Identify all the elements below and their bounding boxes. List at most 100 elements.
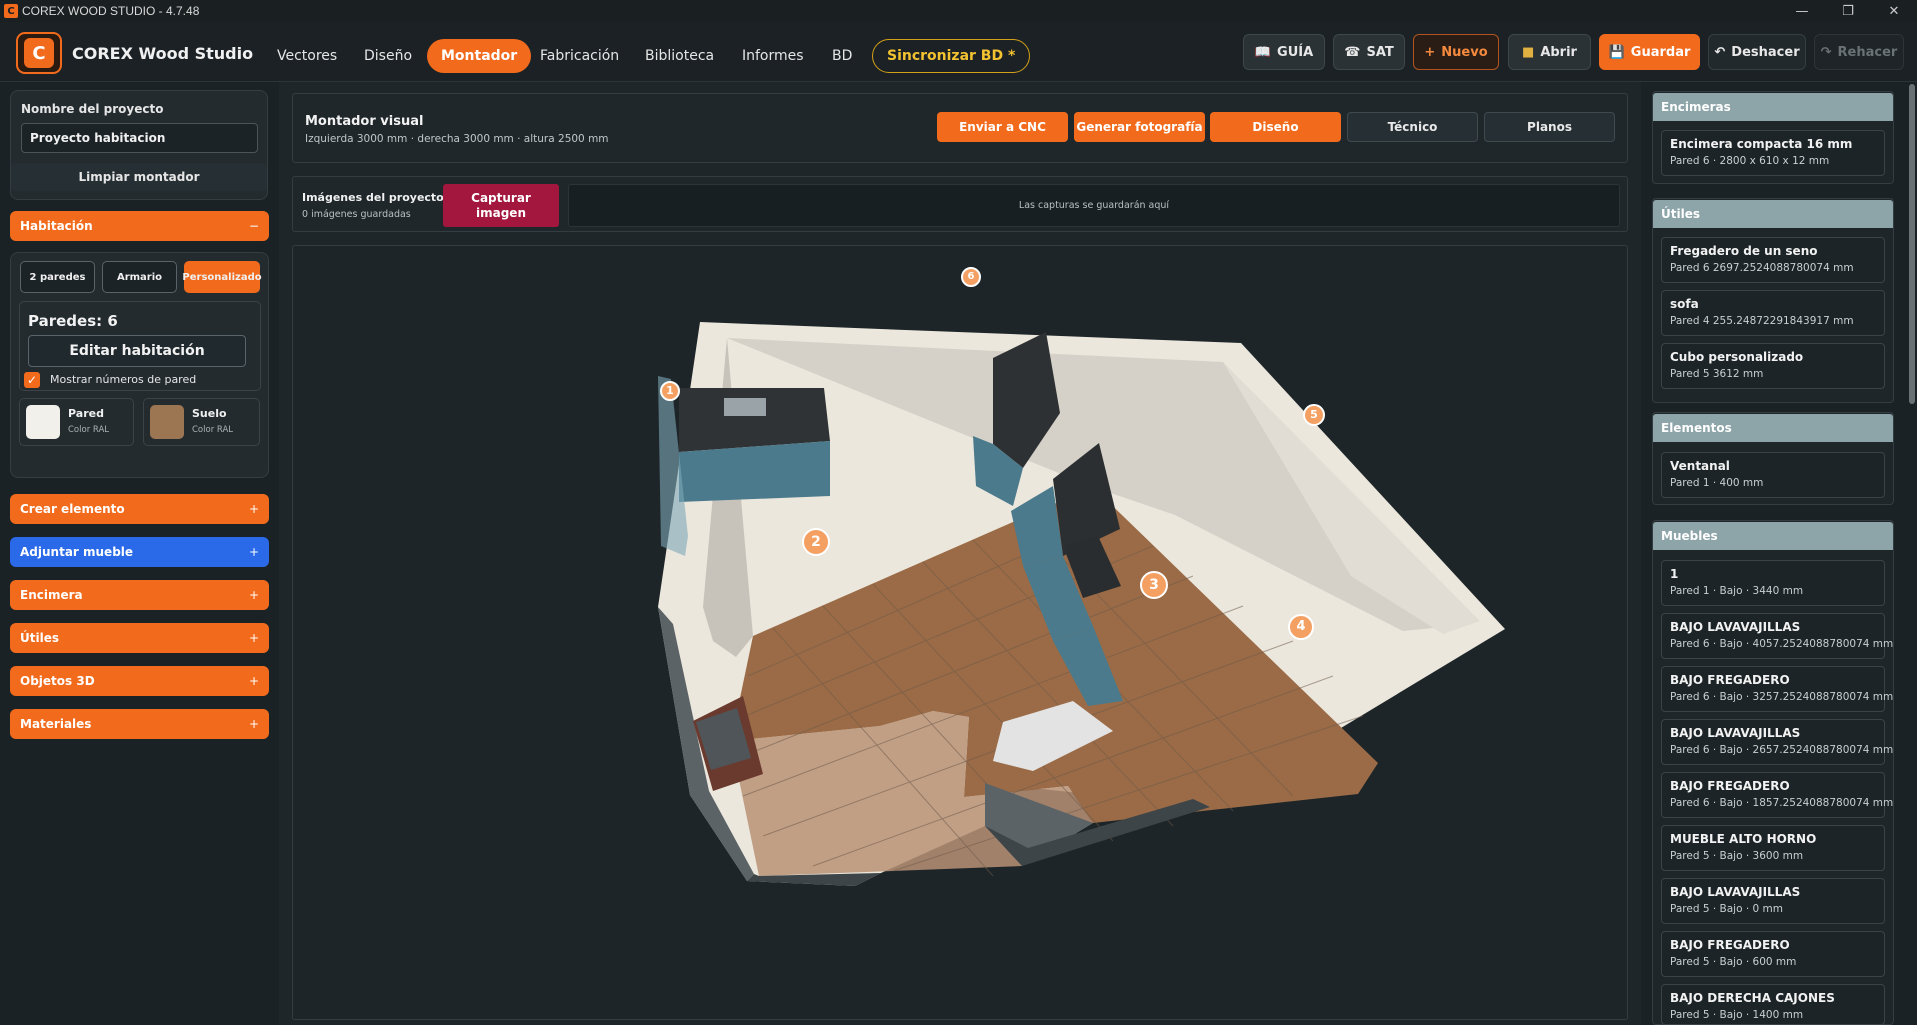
accordion-label: Materiales: [20, 717, 92, 731]
disk-icon: 💾: [1608, 44, 1625, 60]
project-images-bar: Imágenes del proyecto 0 imágenes guardad…: [292, 176, 1628, 232]
plus-icon: +: [1424, 44, 1436, 60]
guide-button[interactable]: 📖 GUÍA: [1243, 34, 1325, 70]
furniture-item[interactable]: BAJO LAVAVAJILLAS Pared 5 · Bajo · 0 mm: [1661, 878, 1885, 924]
wall-marker-6[interactable]: 6: [961, 267, 981, 287]
accordion-label: Crear elemento: [20, 502, 125, 516]
show-wall-numbers-checkbox[interactable]: ✓: [24, 372, 40, 388]
new-button[interactable]: + Nuevo: [1413, 34, 1499, 70]
accordion-attach-furniture[interactable]: Adjuntar mueble +: [10, 537, 269, 567]
wall-swatch-sub: Color RAL: [68, 425, 110, 435]
room-type-2-walls[interactable]: 2 paredes: [20, 261, 95, 293]
send-to-cnc-button[interactable]: Enviar a CNC: [937, 112, 1068, 142]
accordion-create-element[interactable]: Crear elemento +: [10, 494, 269, 524]
furniture-item[interactable]: MUEBLE ALTO HORNO Pared 5 · Bajo · 3600 m…: [1661, 825, 1885, 871]
minimize-icon[interactable]: —: [1779, 0, 1825, 22]
wall-marker-1[interactable]: 1: [660, 381, 680, 401]
floor-swatch-label: Suelo: [192, 407, 227, 420]
tool-item[interactable]: sofa Pared 4 255.24872291843917 mm: [1661, 290, 1885, 336]
item-title: BAJO DERECHA CAJONES: [1670, 991, 1835, 1005]
wall-marker-4[interactable]: 4: [1288, 614, 1314, 640]
item-title: BAJO LAVAVAJILLAS: [1670, 885, 1801, 899]
accordion-countertop[interactable]: Encimera +: [10, 580, 269, 610]
sync-db-button[interactable]: Sincronizar BD *: [872, 39, 1031, 73]
wall-color-swatch-card[interactable]: Pared Color RAL: [19, 398, 134, 446]
phone-icon: ☎: [1344, 44, 1361, 60]
sat-label: SAT: [1366, 44, 1394, 60]
tools-header: Útiles: [1653, 200, 1893, 228]
room-accordion-header[interactable]: Habitación −: [10, 211, 269, 241]
furniture-item[interactable]: 1 Pared 1 · Bajo · 3440 mm: [1661, 560, 1885, 606]
element-item[interactable]: Ventanal Pared 1 · 400 mm: [1661, 452, 1885, 498]
undo-icon: ↶: [1714, 44, 1726, 60]
view-plans-button[interactable]: Planos: [1484, 112, 1615, 142]
item-title: BAJO LAVAVAJILLAS: [1670, 620, 1801, 634]
accordion-tools[interactable]: Útiles +: [10, 623, 269, 653]
furniture-item[interactable]: BAJO FREGADERO Pared 6 · Bajo · 3257.2524…: [1661, 666, 1894, 712]
floor-color-swatch: [150, 405, 184, 439]
furniture-item[interactable]: BAJO DERECHA CAJONES Pared 5 · Bajo · 140…: [1661, 984, 1885, 1025]
furniture-item[interactable]: BAJO FREGADERO Pared 5 · Bajo · 600 mm: [1661, 931, 1885, 977]
countertop-item[interactable]: Encimera compacta 16 mm Pared 6 · 2800 x …: [1661, 130, 1885, 176]
right-scrollbar[interactable]: [1908, 82, 1916, 1025]
item-title: Encimera compacta 16 mm: [1670, 137, 1853, 151]
edit-room-button[interactable]: Editar habitación: [28, 335, 246, 367]
scrollbar-thumb[interactable]: [1909, 84, 1915, 404]
room-type-wardrobe[interactable]: Armario: [102, 261, 177, 293]
app-icon: C: [4, 4, 18, 18]
accordion-3d-objects[interactable]: Objetos 3D +: [10, 666, 269, 696]
floor-color-swatch-card[interactable]: Suelo Color RAL: [143, 398, 260, 446]
save-button[interactable]: 💾 Guardar: [1599, 34, 1700, 70]
furniture-item[interactable]: BAJO LAVAVAJILLAS Pared 6 · Bajo · 2657.2…: [1661, 719, 1893, 765]
capture-image-button[interactable]: Capturar imagen: [443, 184, 559, 227]
guide-label: GUÍA: [1277, 44, 1314, 60]
nav-montador[interactable]: Montador: [427, 39, 532, 73]
wall-marker-5[interactable]: 5: [1303, 404, 1325, 426]
nav-bd[interactable]: BD: [818, 39, 866, 73]
viewport-3d[interactable]: 1 2 3 4 5 6: [292, 245, 1628, 1020]
nav-fabricacion[interactable]: Fabricación: [526, 39, 633, 73]
redo-icon: ↷: [1820, 44, 1832, 60]
accordion-materials[interactable]: Materiales +: [10, 709, 269, 739]
elements-header: Elementos: [1653, 414, 1893, 442]
wall-marker-3[interactable]: 3: [1140, 571, 1168, 599]
item-title: BAJO FREGADERO: [1670, 779, 1790, 793]
wall-marker-2[interactable]: 2: [802, 528, 830, 556]
furniture-item[interactable]: BAJO LAVAVAJILLAS Pared 6 · Bajo · 4057.2…: [1661, 613, 1893, 659]
furniture-item[interactable]: BAJO FREGADERO Pared 6 · Bajo · 1857.2524…: [1661, 772, 1894, 818]
sat-button[interactable]: ☎ SAT: [1333, 34, 1405, 70]
nav-diseno[interactable]: Diseño: [350, 39, 426, 73]
room-3d-render: [658, 322, 1505, 886]
clear-assembler-button[interactable]: Limpiar montador: [11, 163, 267, 191]
top-navbar: C COREX Wood Studio Vectores Diseño Mont…: [0, 22, 1917, 82]
undo-button[interactable]: ↶ Deshacer: [1708, 34, 1806, 70]
expand-icon: +: [248, 631, 259, 645]
close-icon[interactable]: ✕: [1871, 0, 1917, 22]
view-technical-button[interactable]: Técnico: [1347, 112, 1478, 142]
generate-photo-button[interactable]: Generar fotografía: [1074, 112, 1205, 142]
item-subtitle: Pared 6 · Bajo · 1857.2524088780074 mm: [1670, 797, 1894, 809]
nav-biblioteca[interactable]: Biblioteca: [631, 39, 728, 73]
tool-item[interactable]: Fregadero de un seno Pared 6 2697.2524088…: [1661, 237, 1885, 283]
redo-button[interactable]: ↷ Rehacer: [1814, 34, 1904, 70]
expand-icon: +: [248, 717, 259, 731]
item-title: 1: [1670, 567, 1679, 581]
view-design-button[interactable]: Diseño: [1210, 112, 1341, 142]
expand-icon: +: [248, 674, 259, 688]
item-subtitle: Pared 1 · Bajo · 3440 mm: [1670, 585, 1804, 597]
nav-vectores[interactable]: Vectores: [263, 39, 351, 73]
item-title: Cubo personalizado: [1670, 350, 1804, 364]
room-panel: 2 paredes Armario Personalizado Paredes:…: [10, 252, 269, 478]
nav-informes[interactable]: Informes: [728, 39, 818, 73]
restore-icon[interactable]: ❐: [1825, 0, 1871, 22]
tool-item[interactable]: Cubo personalizado Pared 5 3612 mm: [1661, 343, 1885, 389]
show-wall-numbers-label: Mostrar números de pared: [50, 373, 197, 386]
room-type-custom[interactable]: Personalizado: [182, 261, 262, 293]
item-subtitle: Pared 5 · Bajo · 1400 mm: [1670, 1009, 1804, 1021]
project-name-input[interactable]: Proyecto habitacion: [21, 123, 258, 153]
item-subtitle: Pared 6 · Bajo · 3257.2524088780074 mm: [1670, 691, 1894, 703]
open-button[interactable]: ■ Abrir: [1508, 34, 1591, 70]
item-title: BAJO LAVAVAJILLAS: [1670, 726, 1801, 740]
item-subtitle: Pared 6 2697.2524088780074 mm: [1670, 262, 1854, 274]
project-images-count: 0 imágenes guardadas: [302, 209, 411, 220]
